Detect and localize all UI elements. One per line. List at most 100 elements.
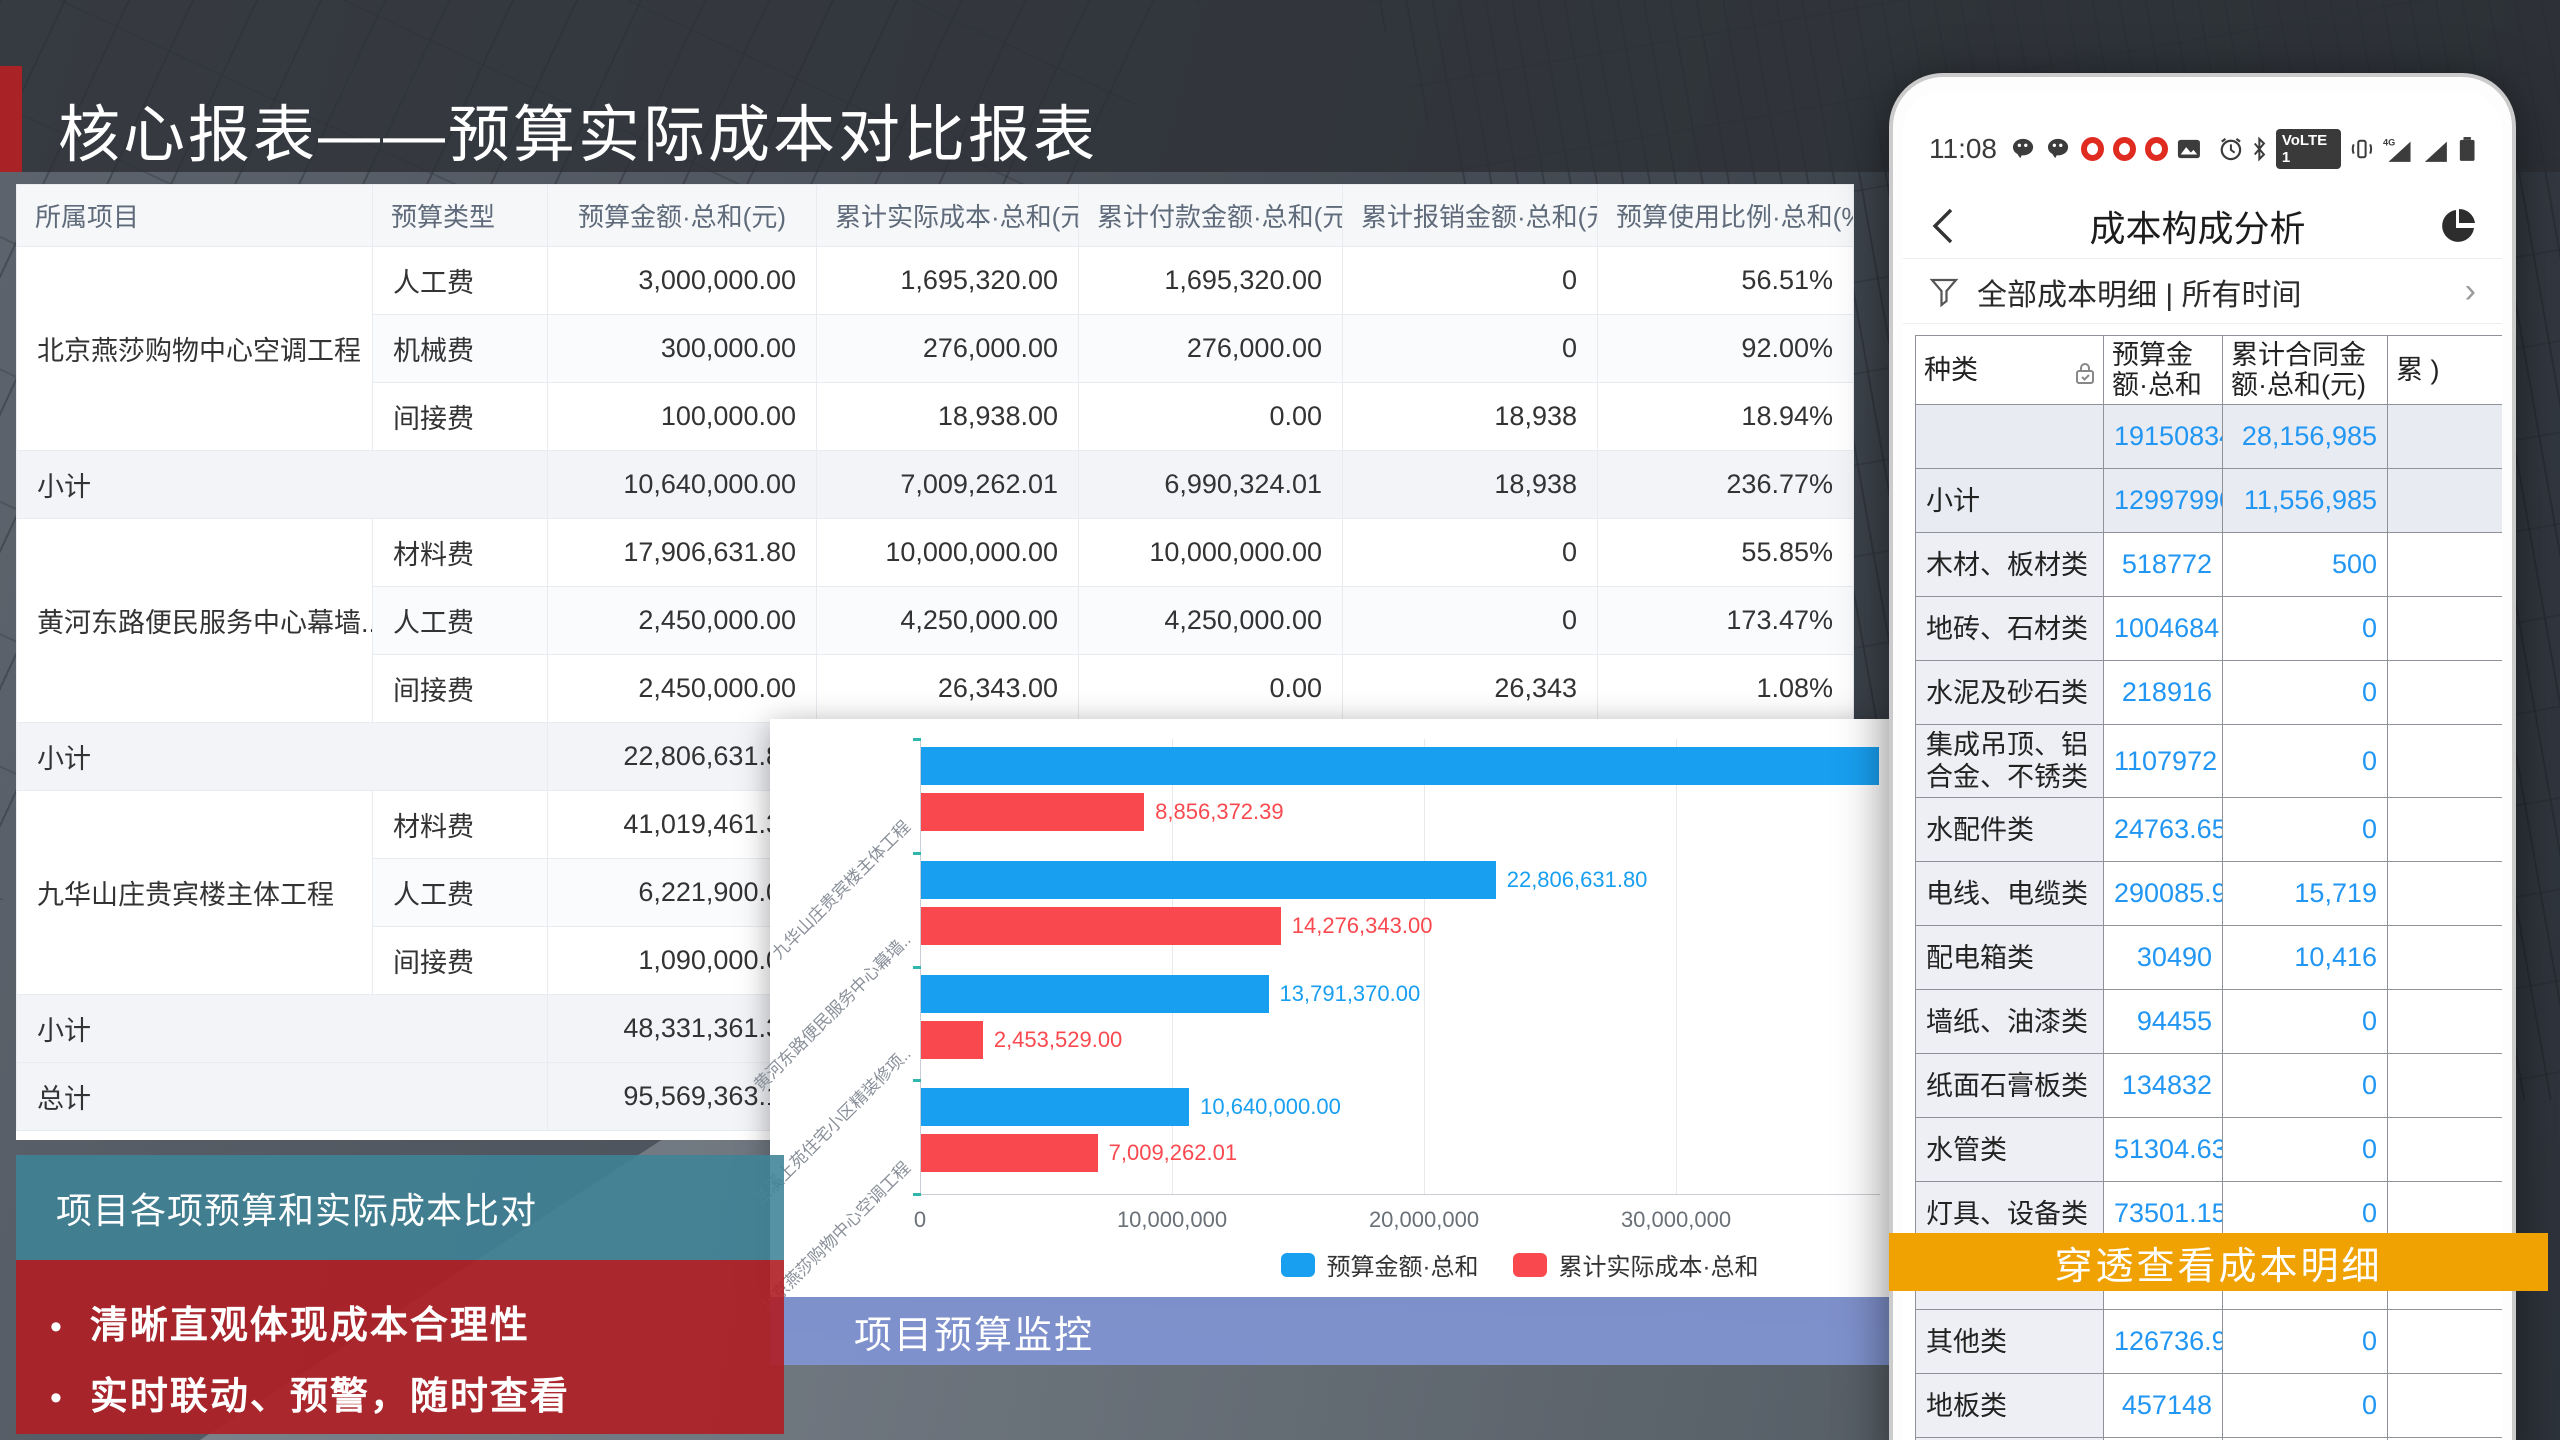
bar-value-label: 14,276,343.00 [1292,907,1433,945]
phone-table-row: 其他类126736.950 [1916,1310,2503,1374]
budget-amount: 518772 [2104,533,2223,597]
table-cell-value: 1,695,320.00 [817,247,1079,315]
phone-table-row: 配电箱类3049010,416 [1916,926,2503,990]
table-cell-value: 4,250,000.00 [1079,587,1343,655]
column-header: 累计付款金额·总和(元) [1079,185,1343,247]
phone-table-row: 集成吊顶、铝合金、不锈类11079720 [1916,725,2503,798]
table-cell-value: 10,640,000.00 [548,451,817,519]
chart-caption-band: 项目预算监控 [770,1297,1889,1365]
budget-amount: 218916 [2104,661,2223,725]
contract-amount: 10,416 [2223,926,2388,990]
y-axis-tick [913,966,921,969]
contract-amount: 15,719 [2223,862,2388,926]
legend-item: 累计实际成本·总和 [1513,1247,1759,1282]
phone-filter-row[interactable]: 全部成本明细 | 所有时间 › [1903,260,2502,324]
budget-bar [921,861,1496,899]
wechat-icon [2012,137,2038,161]
table-cell-value: 6,990,324.01 [1079,451,1343,519]
cost-category: 集成吊顶、铝合金、不锈类 [1916,725,2104,798]
column-header: 预算金额·总和(元) [548,185,817,247]
budget-amount: 290085.9 [2104,862,2223,926]
table-row: 黄河东路便民服务中心幕墙...材料费17,906,631.8010,000,00… [17,519,1854,587]
drill-callout-label: 穿透查看成本明细 [2054,1235,2382,1290]
budget-amount: 51304.63 [2104,1118,2223,1182]
signal-4g-icon: 4G [2383,135,2414,163]
actual-cost-bar [921,907,1281,945]
legend-label: 累计实际成本·总和 [1559,1247,1759,1282]
phone-table-row: 木材、板材类518772500 [1916,533,2503,597]
subtotal-label: 小计 [17,723,548,791]
phone-table-row: 水配件类24763.650 [1916,798,2503,862]
vibrate-icon [2350,136,2374,162]
cost-category [1916,405,2104,469]
table-cell-value: 3,000,000.00 [548,247,817,315]
callout-bullet: 清晰直观体现成本合理性 [50,1294,784,1349]
project-name: 黄河东路便民服务中心幕墙... [17,519,373,723]
budget-type: 人工费 [373,247,548,315]
contract-amount: 0 [2223,990,2388,1054]
contract-amount: 0 [2223,725,2388,798]
phone-table-row: 纸面石膏板类1348320 [1916,1054,2503,1118]
phone-table-row: 电线、电缆类290085.915,719 [1916,862,2503,926]
legend-swatch [1513,1253,1547,1277]
actual-cost-bar [921,793,1144,831]
bar-value-label: 13,791,370.00 [1280,975,1421,1013]
chart-gridline [1676,739,1677,1194]
phone-table-row: 水泥及砂石类2189160 [1916,661,2503,725]
callout-bullets-box: 清晰直观体现成本合理性实时联动、预警，随时查看 [16,1260,784,1434]
phone-table-row: 水管类51304.630 [1916,1118,2503,1182]
table-cell-value: 7,009,262.01 [817,451,1079,519]
table-cell-value: 26,343 [1343,655,1598,723]
y-axis-tick [913,1079,921,1082]
filter-label: 全部成本明细 | 所有时间 [1977,270,2447,314]
cost-category: 地板类 [1916,1374,2104,1438]
contract-amount: 0 [2223,1374,2388,1438]
table-cell-value: 276,000.00 [1079,315,1343,383]
budget-type: 间接费 [373,383,548,451]
y-axis-tick [913,852,921,855]
table-cell-value: 17,906,631.80 [548,519,817,587]
phone-column-header: 累 ) [2388,336,2503,405]
table-cell-value: 4,250,000.00 [817,587,1079,655]
contract-amount: 11,556,985 [2223,469,2388,533]
contract-amount: 0 [2223,1054,2388,1118]
legend-swatch [1281,1253,1315,1277]
table-cell-value: 2,450,000.00 [548,655,817,723]
cost-category: 地砖、石材类 [1916,597,2104,661]
clipped-column-cell [2388,661,2503,725]
x-axis-tick-label: 30,000,000 [1621,1207,1731,1233]
table-cell-value: 18,938 [1343,451,1598,519]
cost-category: 水泥及砂石类 [1916,661,2104,725]
battery-icon [2458,135,2476,163]
cost-category: 木材、板材类 [1916,533,2104,597]
x-axis-tick-label: 0 [914,1207,926,1233]
notification-ring-icon [2145,137,2168,161]
budget-amount: 134832 [2104,1054,2223,1118]
cost-category: 其他类 [1916,1310,2104,1374]
bar-value-label: 2,453,529.00 [994,1021,1122,1059]
bar-value-label: 10,640,000.00 [1200,1088,1341,1126]
clipped-column-cell [2388,1054,2503,1118]
contract-amount: 0 [2223,1118,2388,1182]
table-cell-value: 18,938.00 [817,383,1079,451]
frozen-column-lock-icon [2075,361,2095,385]
back-icon[interactable] [1929,206,1955,246]
subtotal-label: 小计 [17,451,548,519]
cost-category: 纸面石膏板类 [1916,1054,2104,1118]
slide: 核心报表——预算实际成本对比报表 所属项目预算类型预算金额·总和(元)累计实际成… [0,0,2560,1440]
gallery-icon [2177,138,2201,160]
contract-amount: 0 [2223,798,2388,862]
table-row: 小计10,640,000.007,009,262.016,990,324.011… [17,451,1854,519]
notification-ring-icon [2081,137,2104,161]
legend-item: 预算金额·总和 [1281,1247,1479,1282]
bar-value-label: 22,806,631.80 [1507,861,1648,899]
table-cell-value: 56.51% [1598,247,1854,315]
chart-caption-label: 项目预算监控 [854,1304,1094,1359]
phone-nav-bar: 成本构成分析 [1903,193,2502,259]
budget-amount: 1107972 [2104,725,2223,798]
table-cell-value: 0 [1343,587,1598,655]
pie-chart-icon[interactable] [2440,208,2476,244]
clipped-column-cell [2388,469,2503,533]
budget-amount: 30490 [2104,926,2223,990]
clipped-column-cell [2388,597,2503,661]
